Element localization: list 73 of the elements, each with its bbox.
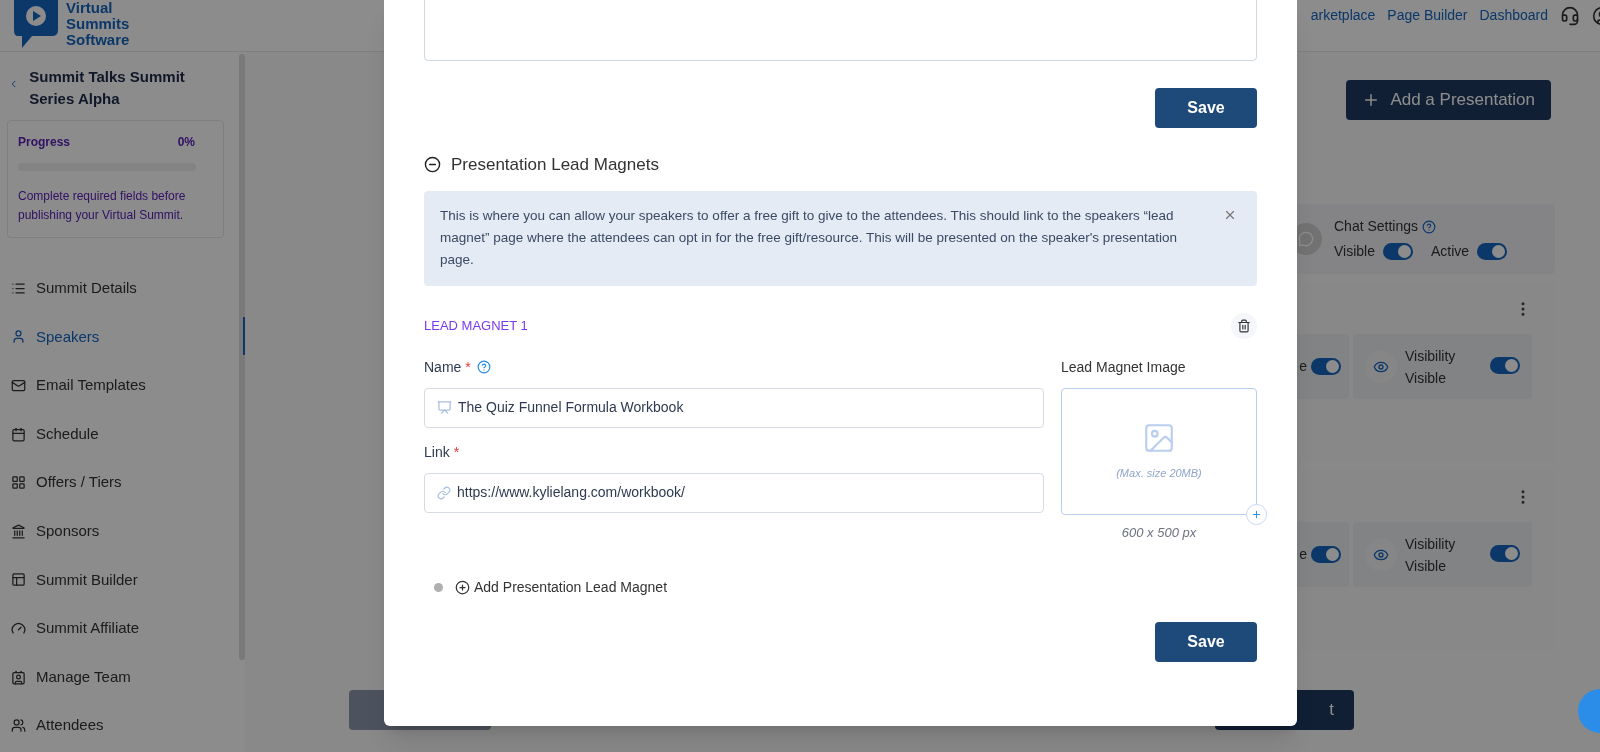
- sidebar-item[interactable]: Offers / Tiers: [0, 458, 245, 507]
- setting-label: e: [1299, 545, 1307, 564]
- toggle-label: Visible: [1334, 242, 1375, 261]
- delete-button[interactable]: [1231, 312, 1257, 339]
- presentation-icon: [437, 400, 452, 415]
- required-mark: *: [453, 442, 460, 462]
- lead-magnet-title: LEAD MAGNET 1: [424, 316, 528, 335]
- help-icon[interactable]: [476, 360, 491, 374]
- toggle-switch[interactable]: [1477, 243, 1508, 260]
- people-icon: [11, 718, 26, 734]
- sidebar-item[interactable]: Summit Builder: [0, 555, 245, 605]
- sidebar-item[interactable]: Sponsors: [0, 506, 245, 556]
- sidebar-item[interactable]: Manage Team: [0, 652, 245, 702]
- add-lead-magnet-button[interactable]: Add Presentation Lead Magnet: [455, 577, 668, 598]
- sidebar-item[interactable]: Summit Details: [0, 264, 245, 313]
- eye-icon: [1365, 350, 1397, 383]
- toggle-switch[interactable]: [1383, 243, 1413, 260]
- logo-text: Virtual Summits Software: [66, 0, 130, 48]
- required-mark: *: [465, 357, 471, 377]
- person-icon: [11, 329, 26, 345]
- sidebar-item[interactable]: Attendees: [0, 701, 245, 750]
- support-icon[interactable]: [1560, 5, 1580, 26]
- sidebar-item[interactable]: Speakers: [0, 312, 245, 362]
- eye-icon: [1365, 538, 1397, 571]
- plus-circle-icon: [455, 580, 470, 595]
- field-label: Link: [424, 442, 450, 462]
- progress-label: Progress: [18, 134, 71, 151]
- grid-icon: [11, 475, 26, 491]
- toggle-switch[interactable]: [1311, 546, 1341, 563]
- toggle-switch[interactable]: [1490, 544, 1520, 562]
- progress-note: Complete required fields before publishing your Virtual Summit.: [18, 188, 187, 224]
- layout-icon: [11, 572, 26, 588]
- image-upload-area[interactable]: (Max. size 20MB): [1061, 387, 1257, 515]
- info-text: This is where you can allow your speakers to offer a free gift to give to the attendees. This should link to the speakers “lead magnet” page where the attendees can opt in for the free gift/resource. This will be presented on the speaker's presentation page.: [440, 206, 1179, 269]
- calendar-icon: [11, 426, 26, 442]
- visibility-value: Visible: [1405, 556, 1447, 576]
- sidebar-item[interactable]: Summit Affiliate: [0, 604, 245, 653]
- nav-link[interactable]: Dashboard: [1479, 5, 1548, 26]
- add-presentation-button[interactable]: Add a Presentation: [1346, 80, 1551, 120]
- toggle-switch[interactable]: [1490, 356, 1520, 374]
- gauge-icon: [11, 620, 26, 636]
- image-size: 600 x 500 px: [1121, 523, 1197, 542]
- list-icon: [11, 280, 26, 296]
- save-button[interactable]: Save: [1155, 88, 1257, 128]
- input-field[interactable]: The Quiz Funnel Formula Workbook: [424, 387, 1044, 428]
- toggle-label: Active: [1431, 242, 1470, 261]
- link-icon: [437, 485, 451, 500]
- help-icon[interactable]: [1422, 219, 1437, 234]
- collapse-icon[interactable]: [424, 156, 441, 174]
- add-image-button[interactable]: [1246, 503, 1267, 525]
- progress-reading: 0%: [177, 134, 195, 151]
- envelope-icon: [11, 378, 26, 393]
- bank-icon: [11, 523, 26, 539]
- sidebar-item[interactable]: Email Templates: [0, 361, 245, 410]
- field-label: Name: [424, 357, 462, 377]
- plus-icon: [1251, 508, 1262, 520]
- nav-link[interactable]: Page Builder: [1387, 5, 1468, 26]
- chat-settings-title: Chat Settings: [1334, 217, 1419, 236]
- visibility-title: Visibility: [1405, 534, 1456, 554]
- summit-title: Summit Talks Summit Series Alpha: [29, 67, 186, 109]
- toggle-switch[interactable]: [1311, 358, 1341, 375]
- nav-link[interactable]: arketplace: [1310, 5, 1376, 26]
- visibility-title: Visibility: [1405, 346, 1456, 366]
- input-field[interactable]: https://www.kylielang.com/workbook/: [424, 472, 1044, 513]
- save-button[interactable]: Save: [1155, 622, 1257, 662]
- sidebar-item[interactable]: Schedule: [0, 409, 245, 459]
- setting-label: e: [1299, 357, 1307, 376]
- section-title: Presentation Lead Magnets: [451, 154, 659, 176]
- image-hint: (Max. size 20MB): [1116, 465, 1202, 481]
- trash-icon: [1237, 318, 1251, 333]
- visibility-value: Visible: [1405, 368, 1447, 388]
- image-label: Lead Magnet Image: [1061, 357, 1186, 377]
- contact-card-icon: [11, 669, 26, 685]
